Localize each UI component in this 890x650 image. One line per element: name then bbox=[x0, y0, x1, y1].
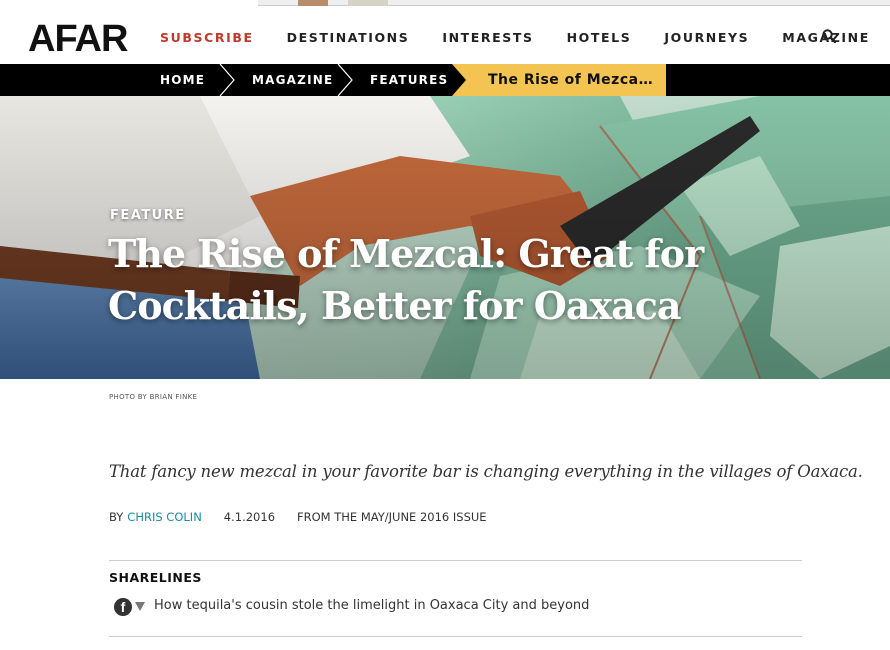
author-link[interactable]: CHRIS COLIN bbox=[127, 510, 202, 524]
article-title: The Rise of Mezcal: Great for Cocktails,… bbox=[108, 231, 704, 328]
photo-credit: PHOTO BY BRIAN FINKE bbox=[109, 393, 198, 401]
breadcrumb-magazine[interactable]: MAGAZINE bbox=[252, 64, 333, 96]
divider bbox=[109, 560, 802, 561]
chevron-down-icon[interactable] bbox=[135, 602, 145, 611]
issue-info: FROM THE MAY/JUNE 2016 ISSUE bbox=[297, 510, 487, 524]
nav-interests[interactable]: INTERESTS bbox=[442, 30, 533, 45]
breadcrumb-current: The Rise of Mezca… bbox=[452, 64, 666, 96]
breadcrumb-current-notch bbox=[452, 64, 466, 96]
hero-image: FEATURE The Rise of Mezcal: Great for Co… bbox=[0, 96, 890, 379]
divider bbox=[109, 636, 802, 637]
nav-destinations[interactable]: DESTINATIONS bbox=[287, 30, 410, 45]
breadcrumb-current-label: The Rise of Mezca… bbox=[488, 72, 654, 88]
article-dek: That fancy new mezcal in your favorite b… bbox=[109, 462, 863, 481]
site-header: AFAR SUBSCRIBE DESTINATIONS INTERESTS HO… bbox=[0, 6, 890, 64]
breadcrumb: HOME MAGAZINE FEATURES The Rise of Mezca… bbox=[0, 64, 890, 96]
nav-hotels[interactable]: HOTELS bbox=[567, 30, 632, 45]
byline: BY CHRIS COLIN 4.1.2016 FROM THE MAY/JUN… bbox=[109, 510, 487, 524]
byline-prefix: BY bbox=[109, 510, 124, 524]
publish-date: 4.1.2016 bbox=[223, 510, 276, 524]
nav-subscribe[interactable]: SUBSCRIBE bbox=[160, 30, 254, 45]
sharelines-heading: SHARELINES bbox=[109, 570, 202, 585]
search-icon[interactable] bbox=[822, 29, 836, 43]
hero-kicker: FEATURE bbox=[110, 208, 186, 223]
facebook-icon[interactable]: f bbox=[114, 598, 132, 616]
main-nav: SUBSCRIBE DESTINATIONS INTERESTS HOTELS … bbox=[160, 30, 890, 45]
breadcrumb-home[interactable]: HOME bbox=[160, 64, 205, 96]
breadcrumb-separator-icon bbox=[337, 64, 353, 96]
breadcrumb-features[interactable]: FEATURES bbox=[370, 64, 448, 96]
breadcrumb-separator-icon bbox=[219, 64, 235, 96]
nav-journeys[interactable]: JOURNEYS bbox=[664, 30, 749, 45]
shareline-item[interactable]: How tequila's cousin stole the limelight… bbox=[154, 598, 589, 613]
afar-logo[interactable]: AFAR bbox=[28, 20, 128, 58]
